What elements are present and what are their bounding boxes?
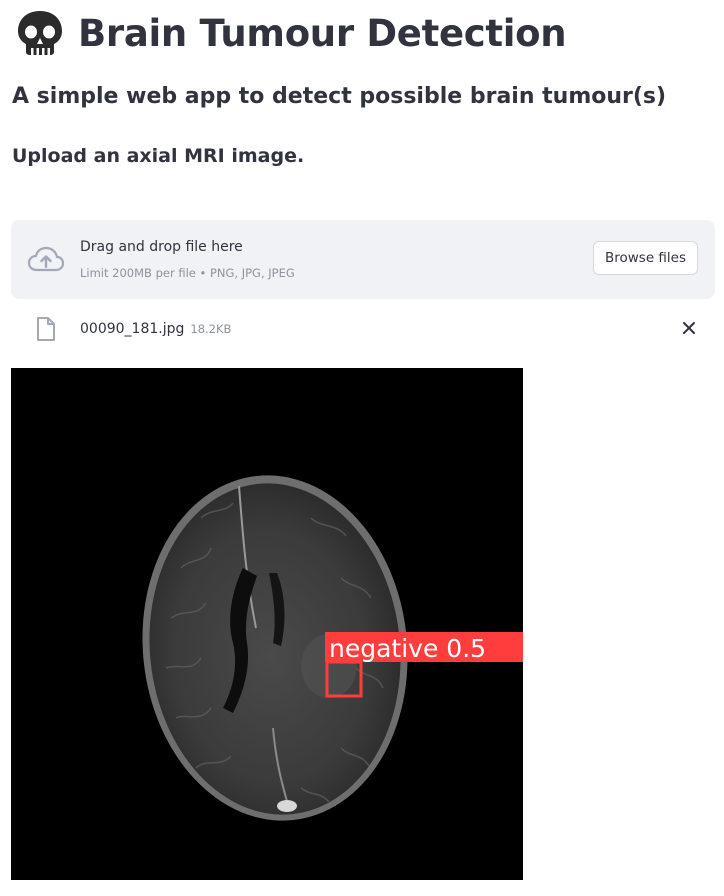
detection-label: negative 0.5 [329, 634, 486, 663]
app-page: Brain Tumour Detection A simple web app … [0, 0, 724, 896]
cloud-upload-icon [27, 246, 65, 272]
dropzone-label: Drag and drop file here [80, 239, 243, 255]
mri-result-image: negative 0.5 [11, 368, 523, 880]
browse-files-button[interactable]: Browse files [593, 241, 698, 275]
uploaded-file-row: 00090_181.jpg 18.2KB [11, 312, 715, 346]
page-subtitle: A simple web app to detect possible brai… [12, 84, 667, 109]
title-row: Brain Tumour Detection [12, 6, 567, 60]
upload-instruction: Upload an axial MRI image. [12, 145, 305, 167]
file-icon [37, 317, 55, 341]
skull-icon [18, 11, 62, 55]
file-name-container: 00090_181.jpg 18.2KB [80, 321, 231, 337]
page-title: Brain Tumour Detection [78, 11, 567, 55]
uploaded-file-size: 18.2KB [190, 322, 232, 336]
uploaded-file-name: 00090_181.jpg [80, 321, 185, 337]
close-icon[interactable] [679, 318, 699, 338]
dropzone-limit-text: Limit 200MB per file • PNG, JPG, JPEG [80, 266, 295, 280]
file-dropzone[interactable]: Drag and drop file here Limit 200MB per … [11, 220, 715, 299]
